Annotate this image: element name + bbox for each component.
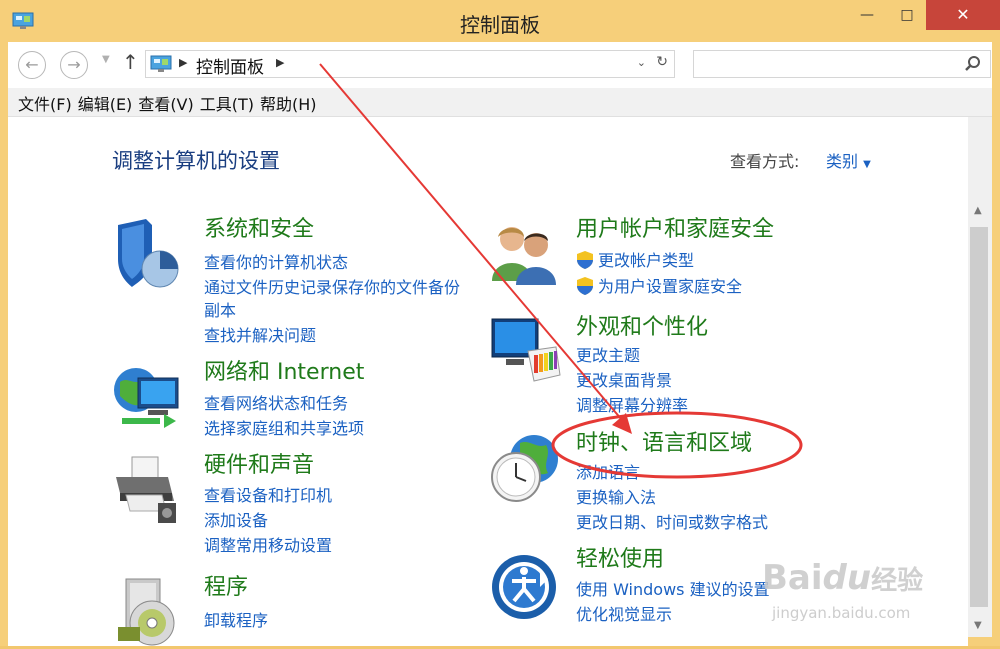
vertical-scrollbar[interactable]: ▲ ▼ [968,117,992,637]
link-file-history-backup[interactable]: 通过文件历史记录保存你的文件备份 [204,274,460,298]
up-button[interactable]: ↑ [122,50,139,74]
link-devices-printers[interactable]: 查看设备和打印机 [204,482,332,506]
watermark-logo-du: du [822,558,872,598]
address-bar[interactable]: ▶ 控制面板 ▶ ⌄ ↻ [145,50,675,78]
search-icon[interactable] [964,55,982,73]
shield-pie-chart-icon[interactable] [112,219,184,291]
scroll-down-arrow-icon[interactable]: ▼ [974,620,982,631]
watermark-logo-bai: Bai [762,558,823,598]
watermark-url: jingyan.baidu.com [772,604,911,622]
link-change-account-type[interactable]: 更改帐户类型 [576,247,694,271]
breadcrumb-control-panel[interactable]: 控制面板 [196,53,264,78]
category-title-clock-language-region[interactable]: 时钟、语言和区域 [576,425,752,457]
ease-of-access-icon[interactable] [490,549,562,621]
menu-tools[interactable]: 工具(T) [198,88,258,115]
link-network-status[interactable]: 查看网络状态和任务 [204,390,348,414]
link-add-language[interactable]: 添加语言 [576,459,640,483]
close-button[interactable]: ✕ [926,0,1000,30]
breadcrumb-chevron-icon[interactable]: ▶ [179,56,187,69]
breadcrumb-chevron-icon[interactable]: ▶ [276,56,284,69]
title-bar: 控制面板 — □ ✕ [0,0,1000,42]
link-mobility-settings[interactable]: 调整常用移动设置 [204,532,332,556]
link-change-desktop-background[interactable]: 更改桌面背景 [576,367,672,391]
category-title-programs[interactable]: 程序 [204,569,248,601]
category-title-system-security[interactable]: 系统和安全 [204,211,314,243]
refresh-icon[interactable]: ↻ [656,54,668,70]
link-homegroup-sharing[interactable]: 选择家庭组和共享选项 [204,415,364,439]
address-dropdown-icon[interactable]: ⌄ [637,56,646,69]
watermark-logo-jingyan: 经验 [871,566,924,596]
clock-globe-icon[interactable] [490,433,562,505]
menu-file[interactable]: 文件(F) [8,88,76,115]
chevron-down-icon[interactable]: ▼ [863,159,871,170]
link-optimize-visual-display[interactable]: 优化视觉显示 [576,601,672,625]
uac-shield-icon [577,251,593,269]
link-troubleshoot[interactable]: 查找并解决问题 [204,322,316,346]
control-panel-window: 控制面板 — □ ✕ ← → ▼ ↑ ▶ 控制面板 ▶ ⌄ ↻ 文件(F) 编辑… [0,0,1000,646]
link-change-input-method[interactable]: 更换输入法 [576,484,656,508]
page-title: 调整计算机的设置 [112,149,280,173]
link-windows-recommended-settings[interactable]: 使用 Windows 建议的设置 [576,576,770,600]
category-title-hardware-sound[interactable]: 硬件和声音 [204,447,314,479]
search-input[interactable] [693,50,991,78]
network-globe-icon[interactable] [112,362,184,434]
category-title-appearance[interactable]: 外观和个性化 [576,309,708,341]
link-family-safety-label[interactable]: 为用户设置家庭安全 [598,277,742,296]
scrollbar-thumb[interactable] [970,227,988,607]
programs-disc-icon[interactable] [112,577,184,649]
recent-locations-dropdown[interactable]: ▼ [102,54,110,65]
category-title-user-accounts[interactable]: 用户帐户和家庭安全 [576,211,774,243]
minimize-button[interactable]: — [846,0,888,30]
link-add-device[interactable]: 添加设备 [204,507,268,531]
view-by-label: 查看方式: [730,152,800,171]
printer-icon[interactable] [112,455,184,527]
view-by-dropdown[interactable]: 类别 ▼ [826,148,871,172]
control-panel-icon [150,55,172,72]
baidu-watermark-logo: Baidu经验 [762,558,923,598]
view-by-value[interactable]: 类别 [826,152,858,171]
category-title-network-internet[interactable]: 网络和 Internet [204,354,364,386]
link-change-account-type-label[interactable]: 更改帐户类型 [598,251,694,270]
maximize-button[interactable]: □ [886,0,928,30]
menu-help[interactable]: 帮助(H) [258,88,321,115]
forward-button[interactable]: → [60,51,88,79]
uac-shield-icon [577,277,593,295]
monitor-palette-icon[interactable] [490,317,562,389]
users-icon[interactable] [490,219,562,291]
navigation-bar: ← → ▼ ↑ ▶ 控制面板 ▶ ⌄ ↻ [8,42,992,88]
back-button[interactable]: ← [18,51,46,79]
link-uninstall-program[interactable]: 卸载程序 [204,607,268,631]
menu-view[interactable]: 查看(V) [136,88,197,115]
link-view-computer-status[interactable]: 查看你的计算机状态 [204,249,348,273]
link-screen-resolution[interactable]: 调整屏幕分辨率 [576,392,688,416]
scroll-up-arrow-icon[interactable]: ▲ [974,205,982,216]
link-file-history-backup-cont[interactable]: 副本 [204,297,236,321]
link-change-date-time-format[interactable]: 更改日期、时间或数字格式 [576,509,768,533]
menu-bar: 文件(F) 编辑(E) 查看(V) 工具(T) 帮助(H) [8,88,992,117]
link-change-theme[interactable]: 更改主题 [576,342,640,366]
category-title-ease-of-access[interactable]: 轻松使用 [576,541,664,573]
menu-edit[interactable]: 编辑(E) [76,88,137,115]
link-family-safety[interactable]: 为用户设置家庭安全 [576,273,742,297]
